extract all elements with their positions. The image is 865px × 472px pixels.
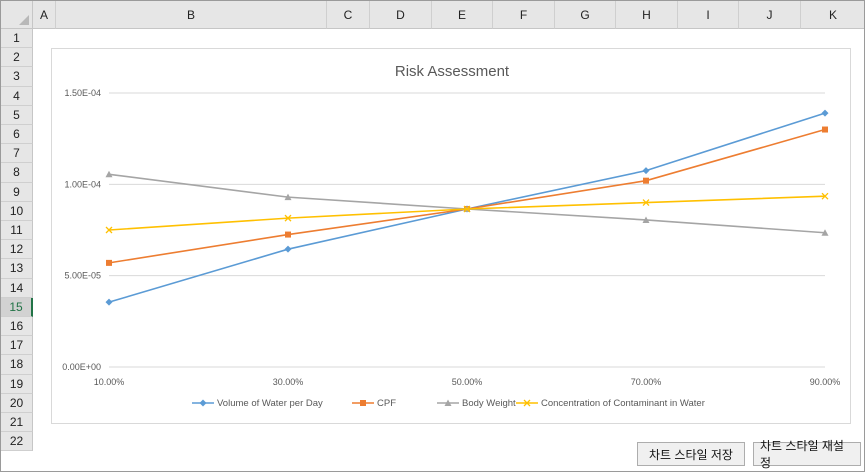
legend-item: Concentration of Contaminant in Water	[516, 398, 705, 409]
data-point-marker	[643, 177, 649, 184]
row-header-4[interactable]: 4	[1, 86, 33, 106]
row-header-20[interactable]: 20	[1, 393, 33, 413]
row-header-13[interactable]: 13	[1, 259, 33, 279]
row-header-12[interactable]: 12	[1, 240, 33, 260]
row-header-17[interactable]: 17	[1, 336, 33, 356]
select-all-corner[interactable]	[1, 1, 33, 29]
row-header-7[interactable]: 7	[1, 144, 33, 164]
column-header-j[interactable]: J	[739, 1, 801, 29]
chart-area[interactable]: Risk Assessment 0.00E+00 5.00E-05 1.00E-04…	[51, 48, 851, 424]
y-tick-label: 1.00E-04	[64, 179, 101, 189]
column-header-k[interactable]: K	[801, 1, 864, 29]
y-tick-label: 0.00E+00	[62, 362, 101, 372]
data-point-marker	[360, 400, 366, 406]
chart-title: Risk Assessment	[395, 63, 510, 80]
x-axis-ticks: 10.00% 30.00% 50.00% 70.00% 90.00%	[94, 377, 841, 387]
x-tick-label: 70.00%	[631, 377, 662, 387]
column-header-e[interactable]: E	[432, 1, 493, 29]
column-header-d[interactable]: D	[370, 1, 432, 29]
chart-legend: Volume of Water per Day CPF Body Weight Con…	[192, 398, 705, 409]
y-tick-label: 1.50E-04	[64, 88, 101, 98]
row-header-15[interactable]: 15	[1, 297, 33, 317]
data-point-marker	[821, 109, 829, 117]
gridlines	[109, 92, 825, 368]
series-3	[105, 170, 829, 236]
data-point-marker	[822, 126, 828, 133]
y-axis-ticks: 0.00E+00 5.00E-05 1.00E-04 1.50E-04	[62, 88, 101, 372]
data-point-marker	[642, 167, 650, 175]
legend-label: Volume of Water per Day	[217, 398, 323, 409]
x-tick-label: 50.00%	[452, 377, 483, 387]
legend-item: CPF	[352, 398, 396, 409]
x-tick-label: 90.00%	[810, 377, 841, 387]
column-header-a[interactable]: A	[33, 1, 56, 29]
x-tick-label: 30.00%	[273, 377, 304, 387]
row-header-6[interactable]: 6	[1, 125, 33, 145]
column-header-i[interactable]: I	[678, 1, 739, 29]
row-header-3[interactable]: 3	[1, 67, 33, 87]
column-header-h[interactable]: H	[616, 1, 678, 29]
data-point-marker	[106, 259, 112, 266]
data-point-marker	[285, 231, 291, 238]
row-header-14[interactable]: 14	[1, 278, 33, 298]
row-header-1[interactable]: 1	[1, 29, 33, 49]
legend-item: Body Weight	[437, 398, 516, 409]
line-chart: Risk Assessment 0.00E+00 5.00E-05 1.00E-04…	[62, 63, 841, 409]
column-header-f[interactable]: F	[493, 1, 555, 29]
row-header-21[interactable]: 21	[1, 413, 33, 433]
row-header-16[interactable]: 16	[1, 317, 33, 337]
save-chart-style-button[interactable]: 차트 스타일 저장	[637, 442, 745, 466]
row-header-22[interactable]: 22	[1, 432, 33, 452]
reset-chart-style-button[interactable]: 차트 스타일 재설정	[753, 439, 861, 470]
select-all-triangle-icon	[19, 15, 29, 25]
series-line	[108, 173, 826, 234]
row-header-10[interactable]: 10	[1, 201, 33, 221]
legend-label: Body Weight	[462, 398, 516, 409]
row-header-9[interactable]: 9	[1, 182, 33, 202]
row-header-11[interactable]: 11	[1, 221, 33, 241]
column-header-b[interactable]: B	[56, 1, 327, 29]
series-4	[105, 192, 829, 234]
series-lines	[105, 109, 829, 306]
column-header-g[interactable]: G	[555, 1, 616, 29]
y-tick-label: 5.00E-05	[64, 271, 101, 281]
series-line	[108, 128, 826, 264]
column-header-c[interactable]: C	[327, 1, 370, 29]
legend-item: Volume of Water per Day	[192, 398, 323, 409]
legend-label: Concentration of Contaminant in Water	[541, 398, 705, 409]
row-header-19[interactable]: 19	[1, 374, 33, 394]
data-point-marker	[284, 245, 292, 253]
row-header-8[interactable]: 8	[1, 163, 33, 183]
row-header-18[interactable]: 18	[1, 355, 33, 375]
data-point-marker	[105, 298, 113, 306]
spreadsheet-window: ABCDEFGHIJK 1 2 3 4 5 6 7 8 9 10 11 12 13 14 15 16 17 18 1…	[0, 0, 865, 472]
x-tick-label: 10.00%	[94, 377, 125, 387]
row-header-5[interactable]: 5	[1, 105, 33, 125]
data-point-marker	[199, 399, 207, 407]
legend-label: CPF	[377, 398, 396, 409]
row-header-2[interactable]: 2	[1, 48, 33, 68]
